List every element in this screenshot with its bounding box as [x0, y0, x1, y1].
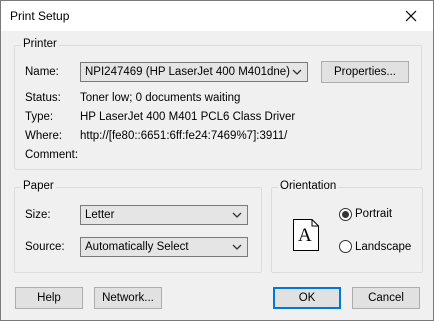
properties-button-label: Properties...: [334, 66, 396, 78]
paper-source-dropdown[interactable]: Automatically Select: [80, 237, 248, 257]
chevron-down-icon: [232, 244, 242, 250]
paper-group-label: Paper: [21, 180, 56, 192]
portrait-label[interactable]: Portrait: [355, 208, 392, 220]
orientation-icon-letter: A: [298, 225, 312, 246]
cancel-button[interactable]: Cancel: [352, 287, 420, 309]
portrait-page-icon: A: [293, 219, 319, 251]
paper-size-dropdown[interactable]: Letter: [80, 205, 248, 225]
chevron-down-icon: [232, 212, 242, 218]
comment-label: Comment:: [25, 149, 79, 161]
printer-name-dropdown[interactable]: NPI247469 (HP LaserJet 400 M401dne): [80, 62, 308, 82]
dialog-title: Print Setup: [10, 9, 70, 23]
size-label: Size:: [25, 209, 51, 221]
where-value: http://[fe80::6651:6ff:fe24:7469%7]:3911…: [80, 130, 288, 142]
properties-button[interactable]: Properties...: [321, 61, 409, 83]
status-label: Status:: [25, 92, 61, 104]
print-setup-dialog: Print Setup Printer Name: NPI247469 (HP …: [0, 0, 434, 321]
close-icon: [405, 10, 416, 22]
cancel-button-label: Cancel: [368, 292, 404, 304]
paper-source-value: Automatically Select: [85, 241, 189, 253]
network-button-label: Network...: [102, 292, 154, 304]
paper-size-value: Letter: [85, 209, 115, 221]
name-label: Name:: [25, 66, 59, 78]
printer-name-value: NPI247469 (HP LaserJet 400 M401dne): [85, 66, 291, 78]
chevron-down-icon: [292, 69, 302, 75]
ok-button[interactable]: OK: [273, 287, 341, 309]
network-button[interactable]: Network...: [94, 287, 162, 309]
help-button-label: Help: [37, 292, 61, 304]
landscape-radio[interactable]: [339, 240, 352, 253]
status-value: Toner low; 0 documents waiting: [80, 92, 241, 104]
portrait-radio[interactable]: [339, 208, 352, 221]
source-label: Source:: [25, 241, 65, 253]
landscape-label[interactable]: Landscape: [355, 241, 411, 253]
type-label: Type:: [25, 111, 54, 123]
close-button[interactable]: [388, 1, 433, 31]
printer-group-label: Printer: [21, 38, 59, 50]
type-value: HP LaserJet 400 M401 PCL6 Class Driver: [80, 111, 296, 123]
where-label: Where:: [25, 130, 63, 142]
help-button[interactable]: Help: [15, 287, 83, 309]
ok-button-label: OK: [298, 292, 316, 304]
orientation-group-label: Orientation: [278, 180, 339, 192]
title-bar: Print Setup: [1, 1, 433, 31]
paper-group: Paper: [14, 180, 262, 273]
